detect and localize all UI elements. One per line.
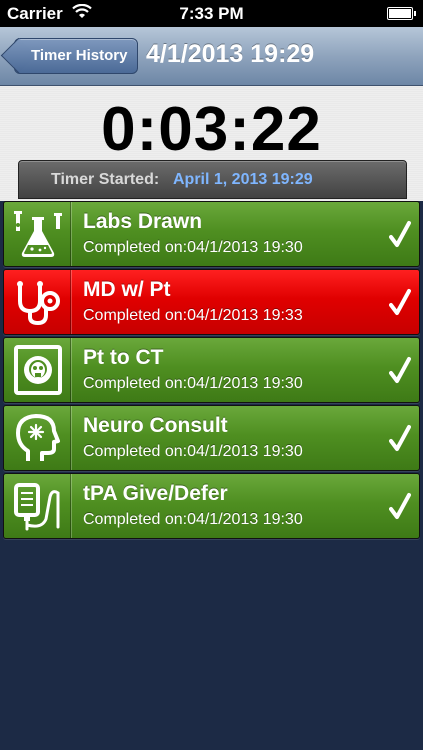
battery-icon (387, 7, 416, 20)
back-button[interactable]: Timer History (14, 38, 139, 74)
task-title: Labs Drawn (83, 210, 203, 233)
task-title: Pt to CT (83, 346, 164, 369)
task-row-md-with-pt[interactable]: MD w/ Pt Completed on:04/1/2013 19:33 (3, 269, 420, 335)
checkmark-icon (389, 425, 411, 451)
lab-flask-icon (12, 207, 64, 261)
task-title: Neuro Consult (83, 414, 228, 437)
timer-panel: 0:03:22 Timer Started: April 1, 2013 19:… (0, 86, 423, 201)
task-row-labs-drawn[interactable]: Labs Drawn Completed on:04/1/2013 19:30 (3, 201, 420, 267)
task-row-tpa-give-defer[interactable]: tPA Give/Defer Completed on:04/1/2013 19… (3, 473, 420, 539)
task-row-pt-to-ct[interactable]: Pt to CT Completed on:04/1/2013 19:30 (3, 337, 420, 403)
task-row-neuro-consult[interactable]: Neuro Consult Completed on:04/1/2013 19:… (3, 405, 420, 471)
ct-scan-icon (12, 343, 64, 397)
stethoscope-icon (12, 275, 64, 329)
iv-drip-icon (12, 479, 64, 533)
checkmark-icon (389, 221, 411, 247)
task-completed-time: Completed on:04/1/2013 19:33 (83, 307, 303, 324)
neuro-head-icon (12, 411, 64, 465)
navigation-bar: Timer History 4/1/2013 19:29 (0, 27, 423, 86)
elapsed-timer: 0:03:22 (101, 95, 322, 164)
timer-started-value: April 1, 2013 19:29 (173, 171, 313, 188)
timer-started-label: Timer Started: (51, 171, 160, 188)
task-completed-time: Completed on:04/1/2013 19:30 (83, 443, 303, 460)
timer-started-bar: Timer Started: April 1, 2013 19:29 (18, 160, 407, 199)
checkmark-icon (389, 357, 411, 383)
status-bar: Carrier 7:33 PM (0, 0, 423, 27)
task-completed-time: Completed on:04/1/2013 19:30 (83, 375, 303, 392)
task-title: tPA Give/Defer (83, 482, 228, 505)
status-time: 7:33 PM (179, 4, 244, 23)
page-title: 4/1/2013 19:29 (146, 40, 315, 68)
task-title: MD w/ Pt (83, 278, 171, 301)
checkmark-icon (389, 493, 411, 519)
back-button-label: Timer History (31, 47, 128, 64)
task-completed-time: Completed on:04/1/2013 19:30 (83, 511, 303, 528)
checkmark-icon (389, 289, 411, 315)
task-completed-time: Completed on:04/1/2013 19:30 (83, 239, 303, 256)
